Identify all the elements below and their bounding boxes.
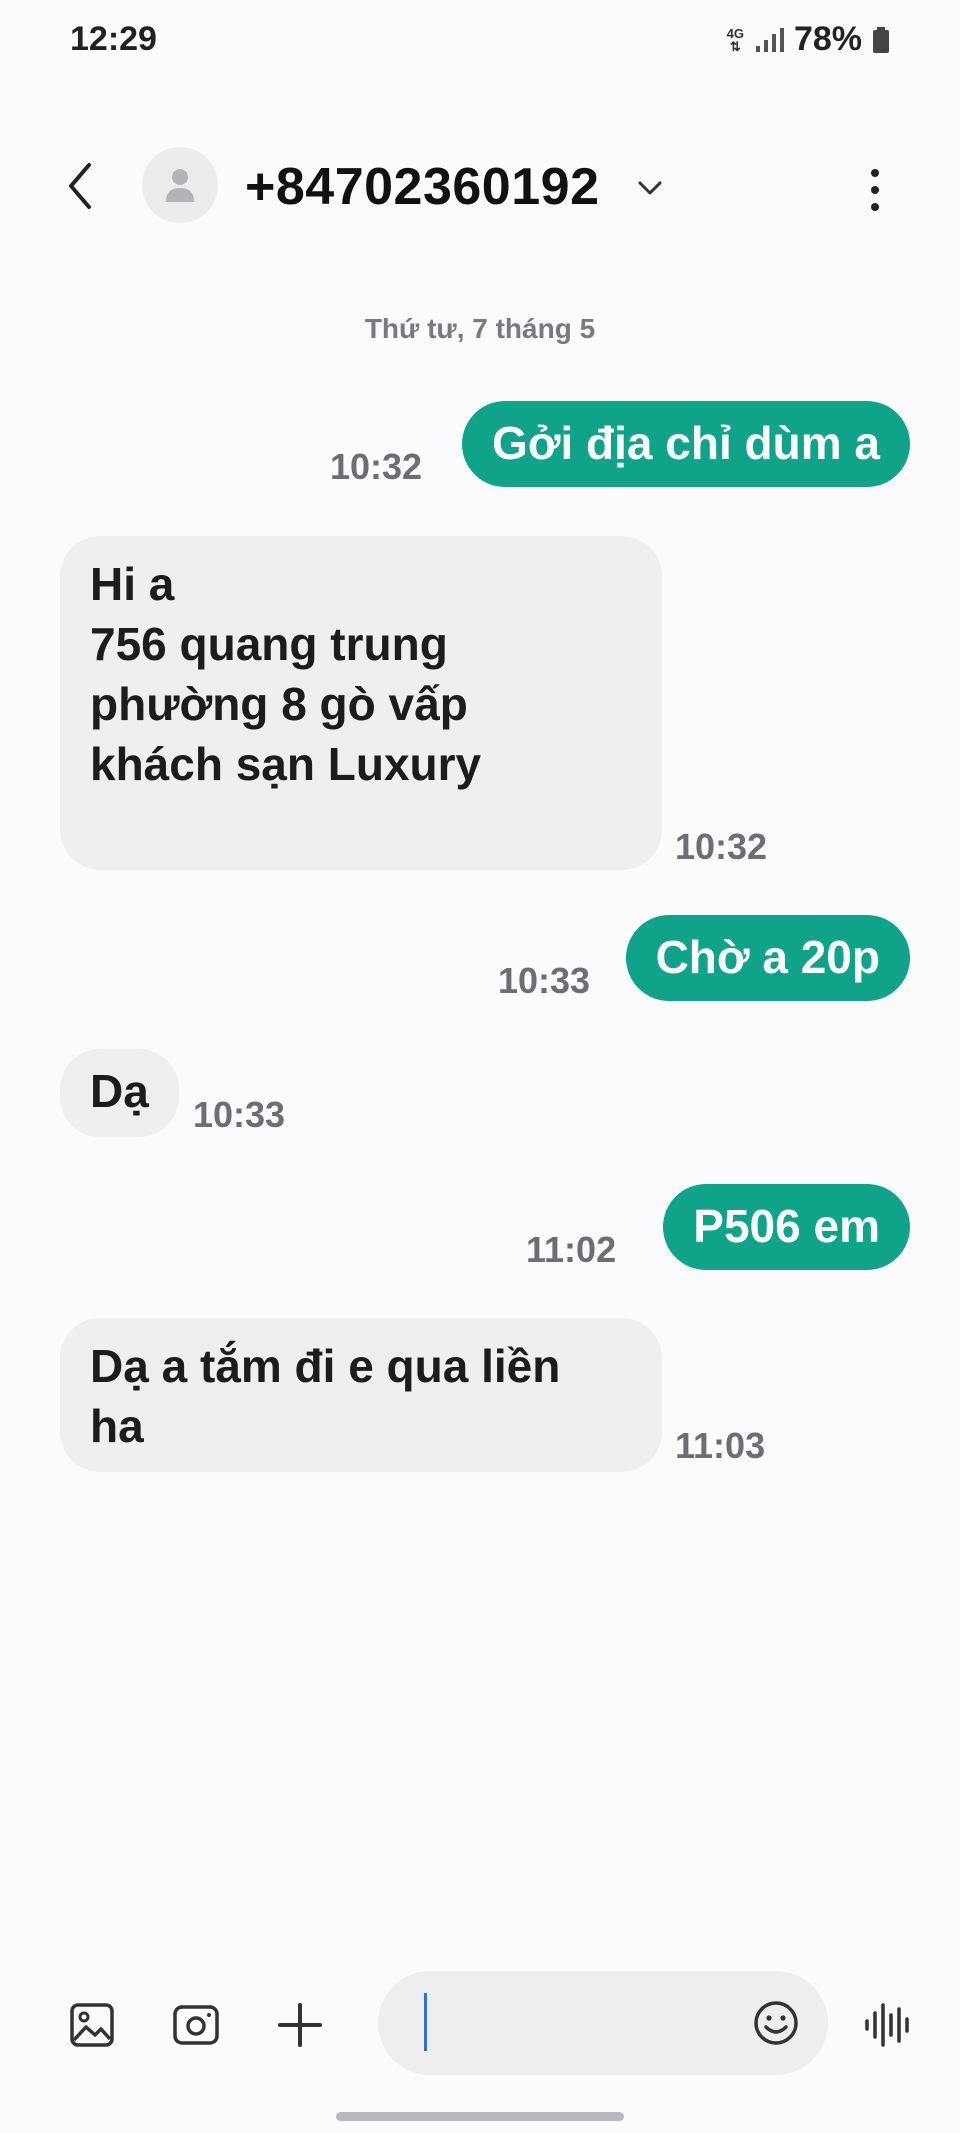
conversation-header: +84702360192 xyxy=(0,130,960,240)
message-text: ha xyxy=(90,1400,144,1452)
message-timestamp: 11:02 xyxy=(526,1229,617,1270)
status-time: 12:29 xyxy=(70,20,157,58)
camera-icon xyxy=(173,2005,219,2045)
message-input[interactable] xyxy=(378,1971,828,2075)
message-text: phường 8 gò vấp xyxy=(90,678,468,730)
contact-details-toggle[interactable] xyxy=(630,168,670,208)
more-options-button[interactable] xyxy=(850,160,900,220)
add-attachment-button[interactable] xyxy=(270,1995,330,2055)
contact-avatar[interactable] xyxy=(142,147,218,223)
message-text: Gởi địa chỉ dùm a xyxy=(492,417,880,469)
message-bubble-outgoing[interactable]: Gởi địa chỉ dùm a xyxy=(462,401,910,487)
status-indicators: 4G ⇅ 78% xyxy=(727,20,890,59)
message-text: Hi a xyxy=(90,558,175,610)
message-text: khách sạn Luxury xyxy=(90,738,482,790)
message-bubble-outgoing[interactable]: Chờ a 20p xyxy=(625,915,910,1001)
back-arrow-icon xyxy=(69,163,91,209)
gallery-button[interactable] xyxy=(62,1995,122,2055)
composer-bar xyxy=(0,1965,960,2085)
message-timestamp: 11:03 xyxy=(675,1425,766,1466)
signal-icon xyxy=(755,27,784,52)
emoji-button[interactable] xyxy=(746,1993,806,2053)
message-timestamp: 10:32 xyxy=(330,446,423,487)
date-separator: Thứ tư, 7 tháng 5 xyxy=(364,313,596,344)
battery-icon xyxy=(873,26,889,53)
message-text: Dạ xyxy=(90,1065,149,1117)
chevron-down-icon xyxy=(638,181,662,195)
message-text: Chờ a 20p xyxy=(655,931,880,983)
emoji-icon xyxy=(754,2001,798,2045)
voice-input-button[interactable] xyxy=(858,1995,918,2055)
camera-button[interactable] xyxy=(166,1995,226,2055)
message-bubble-incoming[interactable]: Hi a 756 quang trung phường 8 gò vấp khá… xyxy=(60,536,662,870)
voice-wave-icon xyxy=(865,2003,909,2047)
message-timestamp: 10:33 xyxy=(193,1094,286,1135)
message-text: 756 quang trung xyxy=(90,618,448,670)
contact-name[interactable]: +84702360192 xyxy=(245,157,600,217)
message-timestamp: 10:32 xyxy=(675,826,768,867)
message-bubble-incoming[interactable]: Dạ xyxy=(60,1049,179,1137)
network-type: 4G xyxy=(726,25,744,41)
message-bubble-outgoing[interactable]: P506 em xyxy=(663,1184,910,1270)
message-text: Dạ a tắm đi e qua liền xyxy=(90,1340,561,1392)
text-cursor xyxy=(424,1993,427,2051)
network-indicator: 4G ⇅ xyxy=(727,27,744,53)
message-text: P506 em xyxy=(693,1200,880,1252)
gallery-icon xyxy=(70,2003,114,2047)
person-icon xyxy=(166,169,194,202)
back-button[interactable] xyxy=(55,156,105,216)
home-indicator[interactable] xyxy=(336,2112,624,2121)
battery-percentage: 78% xyxy=(793,20,862,58)
plus-icon xyxy=(278,2003,322,2047)
more-vertical-icon xyxy=(871,169,879,211)
data-arrows-icon: ⇅ xyxy=(729,38,741,54)
message-timestamp: 10:33 xyxy=(498,960,591,1001)
status-bar: 12:29 4G ⇅ 78% xyxy=(0,0,960,80)
message-bubble-incoming[interactable]: Dạ a tắm đi e qua liền ha xyxy=(60,1318,662,1472)
